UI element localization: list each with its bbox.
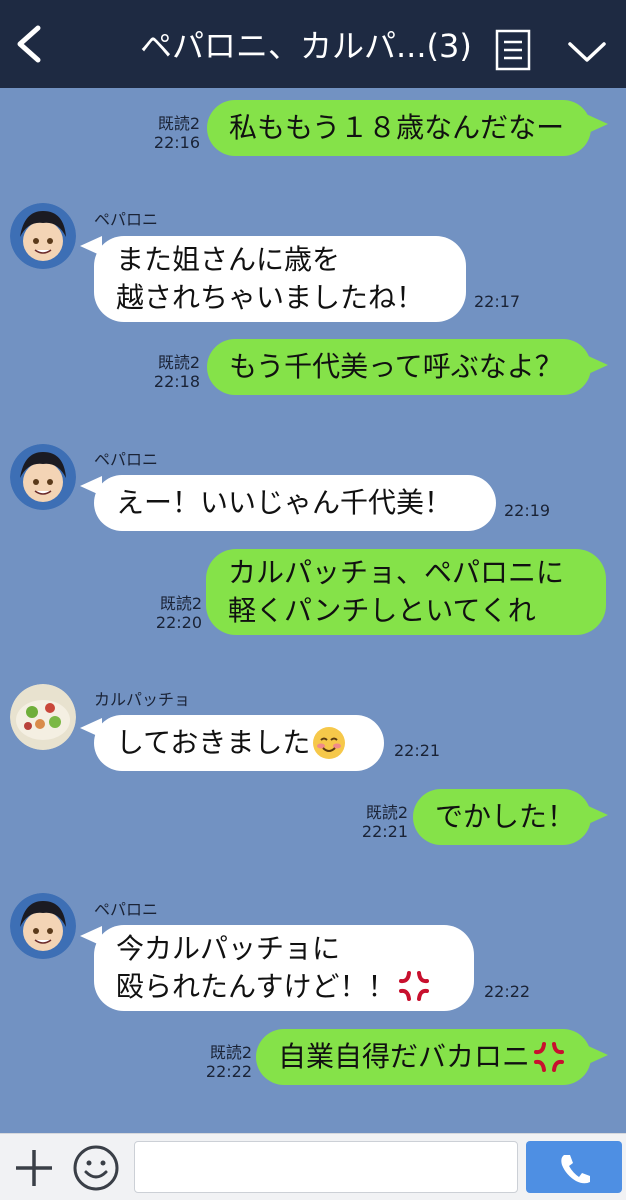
avatar-image (10, 444, 76, 510)
back-button[interactable] (6, 18, 54, 70)
message-time: 22:19 (504, 501, 551, 520)
message-time: 22:16 (153, 133, 200, 152)
message-text: また姐さんに歳を 越されちゃいましたね！ (116, 243, 425, 314)
message-time: 22:21 (394, 741, 441, 760)
list-menu-icon (495, 29, 531, 71)
bubble-tail (586, 114, 608, 134)
anger-symbol-emoji (534, 1042, 565, 1072)
read-receipt: 既読2 (159, 594, 202, 613)
sender-name: ペパロニ (94, 210, 159, 229)
avatar-image (10, 893, 76, 959)
blushing-smile-emoji (313, 727, 346, 759)
message-text: 自業自得だバカロニ (278, 1040, 531, 1073)
message-time: 22:18 (153, 372, 200, 391)
message-time: 22:22 (205, 1062, 252, 1081)
message-meta: 既読2 22:21 (336, 803, 408, 841)
message-text: もう千代美って呼ぶなよ？ (229, 350, 563, 383)
avatar[interactable] (10, 684, 76, 750)
chat-header: ペパロニ、カルパ...(3) (0, 0, 626, 88)
smiley-icon (73, 1145, 119, 1191)
message-time: 22:22 (484, 982, 531, 1001)
menu-button[interactable] (494, 28, 532, 72)
message-bubble[interactable]: しておきました (94, 715, 384, 771)
read-receipt: 既読2 (157, 114, 200, 133)
message-bubble[interactable]: 自業自得だバカロニ (256, 1029, 591, 1085)
read-receipt: 既読2 (209, 1043, 252, 1062)
sender-name: カルパッチョ (94, 690, 191, 709)
avatar-image (10, 203, 76, 269)
message-text: 私ももう１８歳なんだなー (229, 111, 565, 144)
message-time: 22:20 (155, 613, 202, 632)
avatar-image (10, 684, 76, 750)
phone-icon (561, 1155, 590, 1184)
read-receipt: 既読2 (365, 803, 408, 822)
message-text: 今カルパッチョに 殴られたんすけど！！ (116, 932, 396, 1003)
avatar[interactable] (10, 893, 76, 959)
chat-title: ペパロニ、カルパ...(3) (140, 27, 472, 65)
message-time: 22:17 (474, 292, 521, 311)
message-text: しておきました (116, 726, 311, 759)
message-bubble[interactable]: 今カルパッチョに 殴られたんすけど！！ (94, 925, 474, 1011)
message-bubble[interactable]: また姐さんに歳を 越されちゃいましたね！ (94, 236, 466, 322)
message-text: でかした！ (435, 800, 576, 833)
message-time: 22:21 (361, 822, 408, 841)
message-bubble[interactable]: もう千代美って呼ぶなよ？ (207, 339, 591, 395)
sender-name: ペパロニ (94, 450, 159, 469)
bubble-tail (586, 805, 608, 825)
message-bubble[interactable]: でかした！ (413, 789, 591, 845)
read-receipt: 既読2 (157, 353, 200, 372)
message-bubble[interactable]: えー！いいじゃん千代美！ (94, 475, 496, 531)
bubble-tail (586, 355, 608, 375)
avatar[interactable] (10, 203, 76, 269)
call-button[interactable] (526, 1141, 622, 1193)
anger-symbol-emoji (399, 971, 430, 1001)
plus-icon (16, 1150, 52, 1186)
message-text: えー！いいじゃん千代美！ (116, 486, 453, 519)
message-meta: 既読2 22:20 (130, 594, 202, 632)
collapse-button[interactable] (564, 30, 610, 74)
message-input[interactable] (134, 1141, 518, 1193)
chevron-left-icon (17, 25, 41, 63)
message-meta: 既読2 22:18 (130, 353, 200, 391)
message-bubble[interactable]: カルパッチョ、ペパロニに 軽くパンチしといてくれ (206, 549, 606, 635)
sticker-button[interactable] (72, 1144, 120, 1192)
message-meta: 既読2 22:16 (130, 114, 200, 152)
chevron-down-icon (568, 42, 606, 62)
sender-name: ペパロニ (94, 900, 159, 919)
message-bubble[interactable]: 私ももう１８歳なんだなー (207, 100, 591, 156)
attach-button[interactable] (12, 1146, 56, 1190)
message-meta: 既読2 22:22 (182, 1043, 252, 1081)
message-input-bar (0, 1133, 626, 1200)
avatar[interactable] (10, 444, 76, 510)
message-text: カルパッチョ、ペパロニに 軽くパンチしといてくれ (228, 556, 565, 627)
bubble-tail (586, 1045, 608, 1065)
